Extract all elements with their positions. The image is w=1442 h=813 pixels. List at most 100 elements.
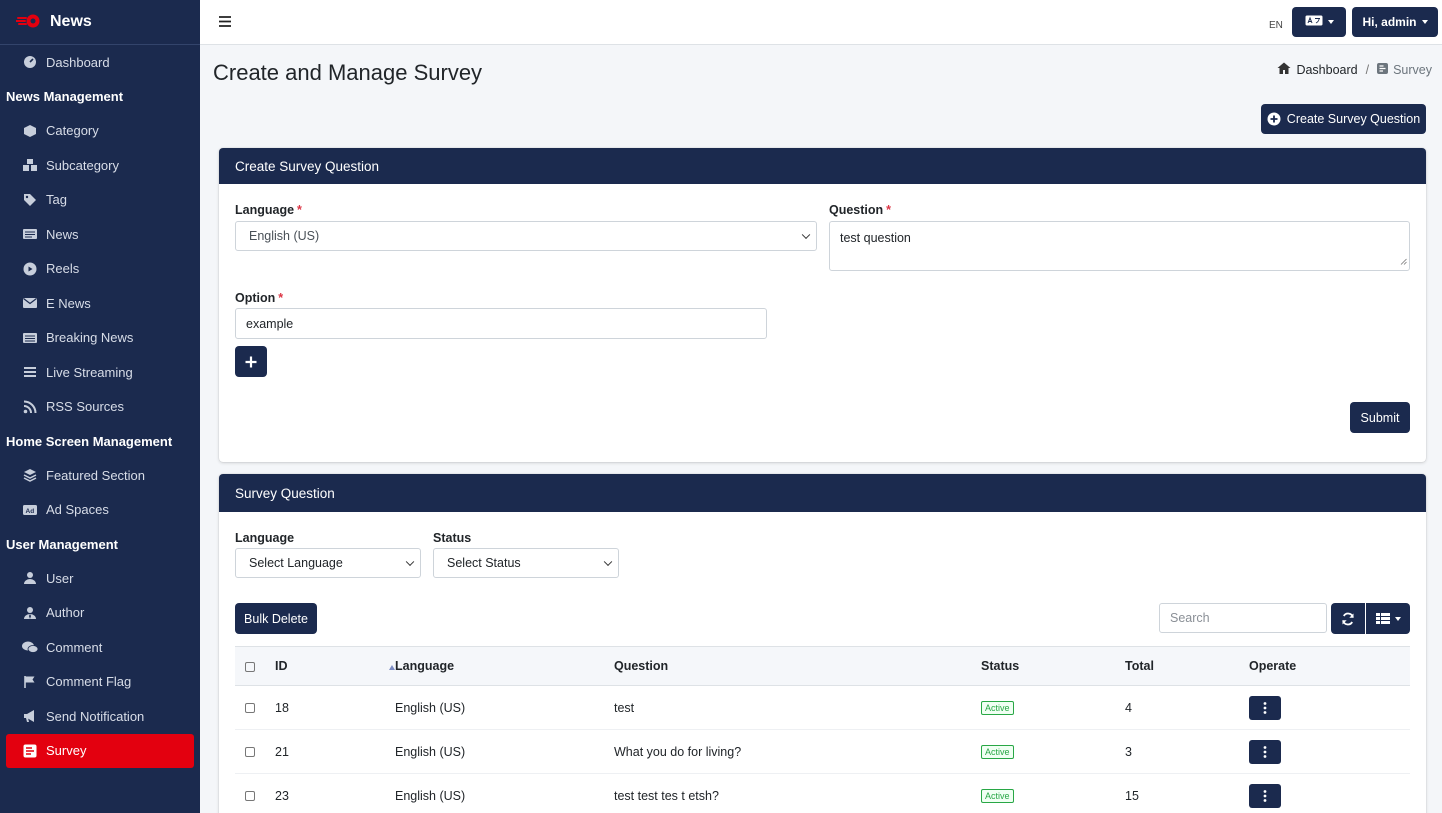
cell-id: 21	[275, 729, 395, 774]
breadcrumb-separator: /	[1365, 62, 1370, 77]
breadcrumb-dashboard-link[interactable]: Dashboard	[1296, 63, 1357, 77]
sidebar-item-dashboard[interactable]: Dashboard	[0, 45, 200, 80]
column-header-language-label: Language	[395, 659, 455, 673]
breadcrumb: Dashboard / Survey	[1277, 62, 1432, 77]
column-header-id[interactable]: ID	[275, 646, 395, 686]
cell-language: English (US)	[395, 773, 614, 813]
add-option-button[interactable]	[235, 346, 267, 377]
row-actions-button[interactable]	[1249, 695, 1281, 720]
list-alt-icon	[22, 331, 38, 345]
question-label: Question *	[829, 203, 892, 217]
language-label: Language *	[235, 203, 302, 217]
option-input-value: example	[246, 316, 294, 331]
row-actions-button[interactable]	[1249, 783, 1281, 808]
create-survey-card-header: Create Survey Question	[219, 148, 1426, 184]
column-header-status[interactable]: Status	[981, 646, 1125, 686]
chevron-down-icon	[405, 557, 415, 567]
topbar: EN Hi, admin	[200, 0, 1442, 45]
breadcrumb-current: Survey	[1393, 62, 1432, 77]
brand[interactable]: News	[0, 0, 200, 45]
row-checkbox[interactable]	[245, 703, 255, 714]
sidebar-item-comment-flag[interactable]: Comment Flag	[0, 665, 200, 700]
filter-language-placeholder: Select Language	[249, 556, 343, 570]
row-checkbox[interactable]	[245, 791, 255, 802]
sidebar-item-breaking-news[interactable]: Breaking News	[0, 321, 200, 356]
filter-language-select[interactable]: Select Language	[235, 548, 421, 578]
submit-button[interactable]: Submit	[1350, 402, 1410, 433]
option-label: Option *	[235, 291, 284, 305]
user-icon	[22, 571, 38, 585]
column-header-language[interactable]: Language	[395, 646, 614, 686]
sidebar-item-featured-section[interactable]: Featured Section	[0, 458, 200, 493]
sidebar-item-e-news[interactable]: E News	[0, 286, 200, 321]
row-checkbox[interactable]	[245, 747, 255, 758]
survey-table-wrapper: ID Language Question Status Total Operat…	[235, 646, 1410, 813]
sidebar-item-live-streaming[interactable]: Live Streaming	[0, 355, 200, 390]
bulk-delete-button[interactable]: Bulk Delete	[235, 603, 317, 634]
sidebar-item-user[interactable]: User	[0, 561, 200, 596]
envelope-icon	[22, 296, 38, 310]
column-header-total-label: Total	[1125, 659, 1154, 673]
column-header-total[interactable]: Total	[1125, 646, 1249, 686]
cubes-icon	[22, 158, 38, 172]
caret-down-icon	[1327, 20, 1334, 24]
refresh-icon	[1341, 612, 1355, 626]
language-dropdown-button[interactable]	[1292, 7, 1346, 37]
status-badge: Active	[981, 745, 1014, 759]
sidebar-item-label: Subcategory	[46, 157, 119, 173]
comments-icon	[22, 640, 38, 654]
chevron-down-icon	[801, 230, 811, 240]
sidebar-item-reels[interactable]: Reels	[0, 252, 200, 287]
language-select-value: English (US)	[249, 229, 320, 243]
chevron-down-icon	[603, 557, 613, 567]
sidebar-item-rss-sources[interactable]: RSS Sources	[0, 390, 200, 425]
question-textarea[interactable]: test question	[829, 221, 1410, 271]
sidebar-item-ad-spaces[interactable]: Ad Ad Spaces	[0, 493, 200, 528]
sidebar-item-comment[interactable]: Comment	[0, 630, 200, 665]
sidebar-item-category[interactable]: Category	[0, 114, 200, 149]
search-input[interactable]: Search	[1159, 603, 1327, 633]
create-survey-question-label: Create Survey Question	[1286, 112, 1421, 126]
row-actions-button[interactable]	[1249, 739, 1281, 764]
row-select-cell	[235, 685, 275, 730]
column-header-question-label: Question	[614, 659, 669, 673]
flag-icon	[22, 675, 38, 689]
poll-icon	[1377, 62, 1389, 77]
newspaper-icon	[22, 227, 38, 241]
cell-question: test test tes t etsh?	[614, 773, 981, 813]
sidebar-item-survey[interactable]: Survey	[6, 733, 194, 768]
layers-icon	[22, 468, 38, 483]
create-survey-question-button[interactable]: Create Survey Question	[1261, 104, 1426, 134]
sidebar-item-send-notification[interactable]: Send Notification	[0, 699, 200, 734]
user-menu-button[interactable]: Hi, admin	[1352, 7, 1438, 37]
column-header-question[interactable]: Question	[614, 646, 981, 686]
sidebar-item-label: Tag	[46, 192, 67, 208]
hamburger-menu-icon[interactable]	[219, 14, 231, 32]
cell-operate	[1249, 773, 1410, 813]
refresh-button[interactable]	[1331, 603, 1365, 634]
sidebar-item-author[interactable]: Author	[0, 596, 200, 631]
sidebar-item-label: Category	[46, 123, 99, 139]
sidebar-item-tag[interactable]: Tag	[0, 183, 200, 218]
sidebar-item-subcategory[interactable]: Subcategory	[0, 148, 200, 183]
grid-icon	[1375, 613, 1390, 624]
column-header-operate: Operate	[1249, 646, 1410, 686]
filter-status-select[interactable]: Select Status	[433, 548, 619, 578]
cell-status: Active	[981, 685, 1125, 730]
table-header-row: ID Language Question Status Total Operat…	[235, 646, 1410, 686]
select-all-checkbox[interactable]	[245, 661, 255, 672]
option-input[interactable]: example	[235, 308, 767, 339]
table-row: 23 English (US) test test tes t etsh? Ac…	[235, 773, 1410, 813]
bulk-delete-label: Bulk Delete	[244, 611, 308, 626]
gauge-icon	[22, 55, 38, 69]
survey-table: ID Language Question Status Total Operat…	[235, 646, 1410, 813]
tag-icon	[22, 193, 38, 207]
columns-toggle-button[interactable]	[1366, 603, 1410, 634]
cube-icon	[22, 124, 38, 138]
language-select[interactable]: English (US)	[235, 221, 817, 251]
cell-operate	[1249, 729, 1410, 774]
sidebar-item-label: E News	[46, 295, 91, 311]
page-title: Create and Manage Survey	[213, 60, 483, 85]
sort-asc-icon	[389, 659, 395, 673]
sidebar-item-news[interactable]: News	[0, 217, 200, 252]
